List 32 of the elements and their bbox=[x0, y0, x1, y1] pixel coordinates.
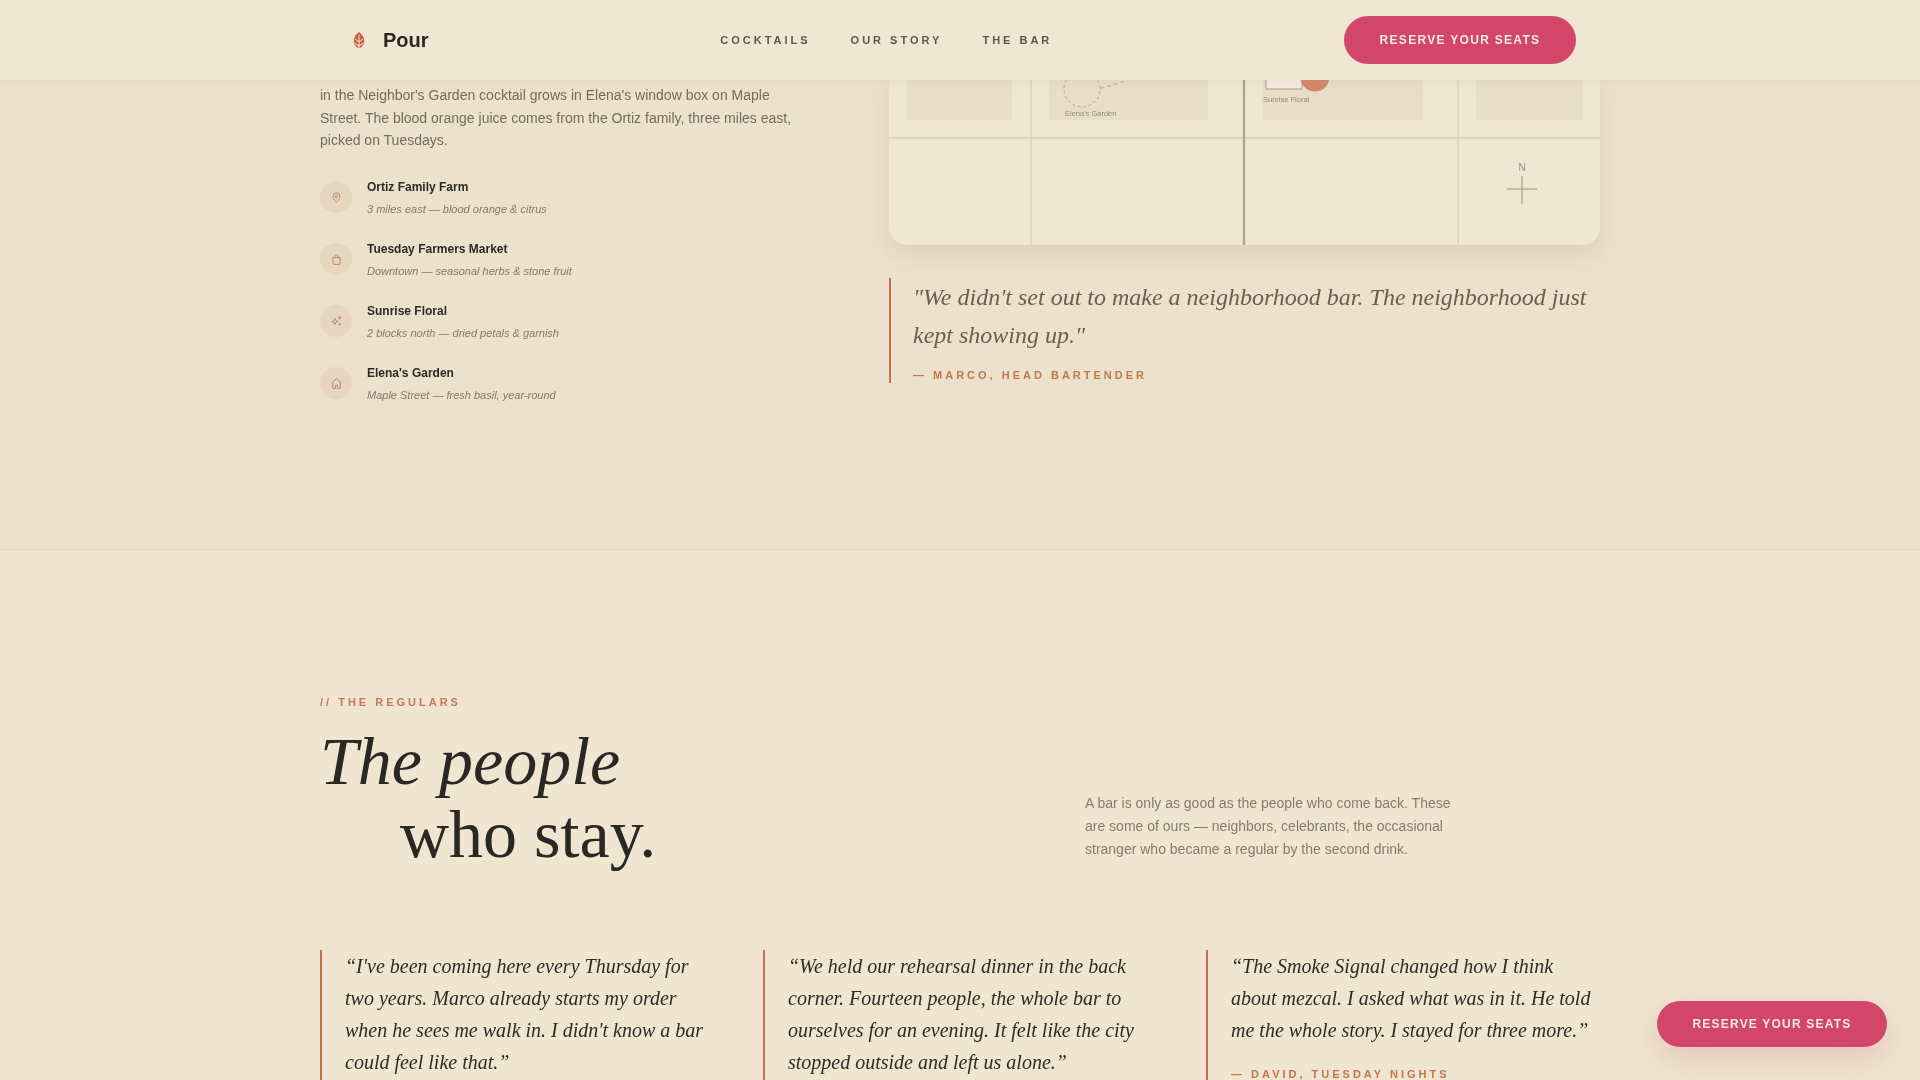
supplier-detail: 2 blocks north — dried petals & garnish bbox=[367, 325, 559, 341]
supplier-detail: Downtown — seasonal herbs & stone fruit bbox=[367, 263, 572, 279]
supplier-detail: 3 miles east — blood orange & citrus bbox=[367, 201, 547, 217]
compass-icon bbox=[1506, 175, 1538, 205]
supplier-name: Elena's Garden bbox=[367, 364, 454, 382]
reserve-button[interactable]: RESERVE YOUR SEATS bbox=[1344, 16, 1576, 64]
sparkles-icon bbox=[320, 305, 352, 337]
supplier-name: Sunrise Floral bbox=[367, 302, 448, 320]
testimonial-text: “The Smoke Signal changed how I think about mezcal. I asked what was in it. He told me the whole story. I stayed for three more.” bbox=[1231, 954, 1592, 1044]
brand-name[interactable]: Pour bbox=[383, 28, 429, 52]
supplier-detail: Maple Street — fresh basil, year-round bbox=[367, 387, 556, 403]
testimonial-text: “We held our rehearsal dinner in the back corner. Fourteen people, the whole bar to ourselves for an evening. It felt like the city stopped outside and left us alone.” bbox=[788, 954, 1135, 1076]
quote-attribution: — MARCO, HEAD BARTENDER bbox=[913, 368, 1148, 383]
intro-paragraph: in the Neighbor's Garden cocktail grows in Elena's window box on Maple Street. The blood orange juice comes from the Ortiz family, three miles east, picked on Tuesdays. bbox=[320, 86, 793, 150]
compass-label: N bbox=[1518, 162, 1526, 173]
supplier-name: Tuesday Farmers Market bbox=[367, 240, 508, 258]
testimonial-text: “I've been coming here every Thursday for two years. Marco already starts my order when he sees me walk in. I didn't know a bar could feel like that.” bbox=[345, 954, 705, 1076]
section-description: A bar is only as good as the people who come back. These are some of ours — neighbors, celebrants, the occasional stranger who became a regular by the second drink. bbox=[1085, 794, 1452, 859]
nav-link[interactable]: THE BAR bbox=[982, 34, 1053, 46]
floating-reserve-button[interactable]: RESERVE YOUR SEATS bbox=[1657, 1001, 1887, 1047]
shopping-bag-icon bbox=[320, 243, 352, 275]
heading-line: who stay. bbox=[400, 798, 657, 871]
nav-link[interactable]: OUR STORY bbox=[850, 34, 943, 46]
map-pin-icon bbox=[320, 181, 352, 213]
heading-line: The people bbox=[320, 725, 621, 798]
quote-text: "We didn't set out to make a neighborhood bar. The neighborhood just kept showing up." bbox=[913, 283, 1588, 350]
supplier-name: Ortiz Family Farm bbox=[367, 178, 469, 196]
testimonial-attribution: — DAVID, TUESDAY NIGHTS bbox=[1231, 1068, 1450, 1080]
bud-icon bbox=[352, 31, 366, 49]
nav-link[interactable]: COCKTAILS bbox=[720, 34, 811, 46]
house-icon bbox=[320, 367, 352, 399]
section-eyebrow: // THE REGULARS bbox=[320, 695, 461, 710]
